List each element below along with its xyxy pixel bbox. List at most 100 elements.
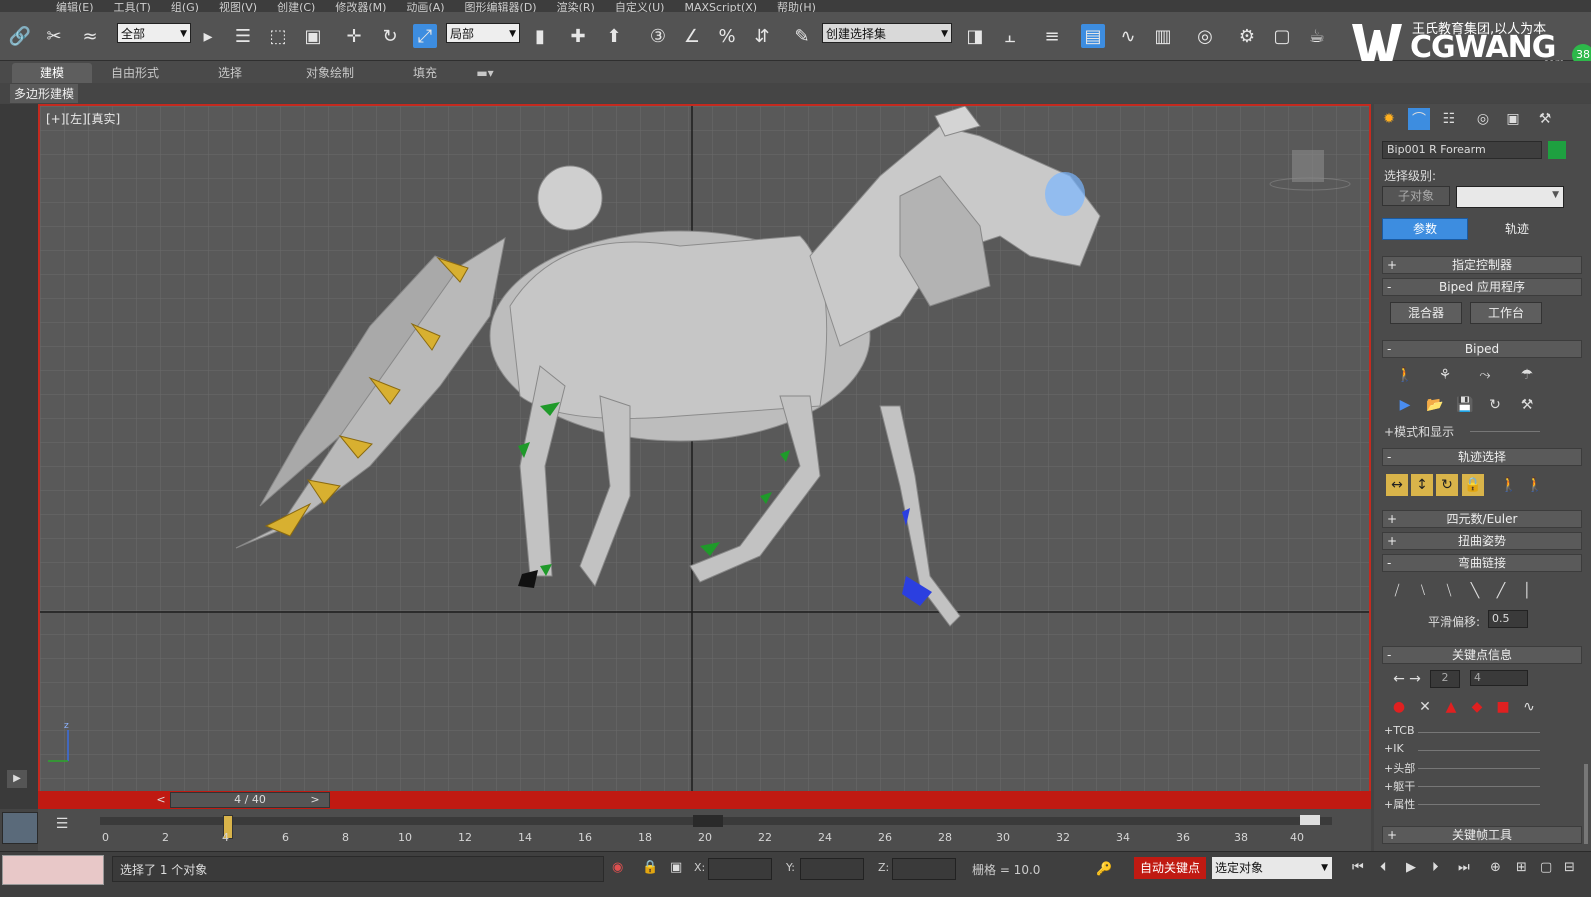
trajectories-icon[interactable]: ∿ [1518, 696, 1540, 718]
props-expander[interactable]: +属性 [1384, 796, 1415, 812]
rollout-quaternion[interactable]: + 四元数/Euler [1382, 510, 1582, 528]
keyboard-shortcut-icon[interactable]: ⬆ [602, 24, 626, 48]
convert-icon[interactable]: ↻ [1484, 394, 1506, 416]
menu-help[interactable]: 帮助(H) [777, 2, 816, 12]
auto-key-button[interactable]: 自动关键点 [1134, 857, 1206, 879]
select-object-icon[interactable]: ▸ [196, 24, 220, 48]
ik-expander[interactable]: +IK [1384, 742, 1404, 755]
head-expander[interactable]: +头部 [1384, 760, 1415, 776]
body-rotation-icon[interactable]: ↻ [1436, 474, 1458, 496]
ribbon-options-icon[interactable]: ▬▾ [470, 63, 500, 83]
align-icon[interactable]: ⫠ [998, 24, 1022, 48]
key-filter-dropdown[interactable]: 选定对象 ▼ [1212, 857, 1332, 879]
viewport-left[interactable]: z [+][左][真实] [38, 104, 1371, 808]
material-editor-icon[interactable]: ◎ [1193, 24, 1217, 48]
create-tab-icon[interactable]: ✹ [1378, 108, 1400, 130]
workbench-button[interactable]: 工作台 [1470, 302, 1542, 324]
rollout-biped-apps[interactable]: - Biped 应用程序 [1382, 278, 1582, 296]
zoom-icon[interactable]: ⊕ [1490, 860, 1501, 875]
motion-tab-icon[interactable]: ◎ [1472, 108, 1494, 130]
key-number-field[interactable]: 2 [1430, 670, 1460, 688]
rollout-track-selection[interactable]: - 轨迹选择 [1382, 448, 1582, 466]
set-planted-key-icon[interactable]: ▲ [1440, 696, 1462, 718]
prev-frame-icon[interactable]: ⏴ [1380, 860, 1387, 875]
hierarchy-tab-icon[interactable]: ☷ [1438, 108, 1460, 130]
layer-manager-icon[interactable]: ≡ [1040, 24, 1064, 48]
zero-all-icon[interactable]: │ [1516, 580, 1538, 602]
save-file-icon[interactable]: 💾 [1454, 394, 1476, 416]
move-icon[interactable]: ✛ [342, 24, 366, 48]
pivot-center-icon[interactable]: ▮ [528, 24, 552, 48]
next-key-icon[interactable]: → [1404, 668, 1426, 690]
reference-coord-dropdown[interactable]: 局部 ▼ [446, 23, 520, 43]
polygon-modeling-label[interactable]: 多边形建模 [10, 84, 79, 103]
menu-group[interactable]: 组(G) [171, 2, 199, 12]
zero-twist-icon[interactable]: ╱ [1490, 580, 1512, 602]
panel-scrollbar[interactable] [1584, 764, 1588, 844]
menu-graph-editors[interactable]: 图形编辑器(D) [465, 2, 537, 12]
percent-snap-icon[interactable]: % [715, 24, 739, 48]
time-prev-button[interactable]: < [154, 792, 168, 808]
menu-rendering[interactable]: 渲染(R) [557, 2, 595, 12]
curve-editor-icon[interactable]: ∿ [1116, 24, 1140, 48]
lock-com-keying-icon[interactable]: 🔒 [1462, 474, 1484, 496]
tab-populate[interactable]: 填充 [385, 63, 465, 83]
select-manipulate-icon[interactable]: ✚ [566, 24, 590, 48]
object-color-swatch[interactable] [1548, 141, 1566, 159]
x-coordinate-field[interactable] [708, 858, 772, 880]
body-vertical-icon[interactable]: ↕ [1411, 474, 1433, 496]
unlink-icon[interactable]: ✂ [42, 24, 66, 48]
smooth-offset-spinner[interactable]: 0.5 [1488, 610, 1528, 628]
play-icon[interactable]: ▶ [1406, 860, 1416, 875]
menu-edit[interactable]: 编辑(E) [56, 2, 94, 12]
footstep-mode-icon[interactable]: ⚘ [1434, 364, 1456, 386]
trunk-expander[interactable]: +躯干 [1384, 778, 1415, 794]
snaps-toggle-icon[interactable]: ③ [646, 24, 670, 48]
rollout-bend-links[interactable]: - 弯曲链接 [1382, 554, 1582, 572]
curve-editor-mini-icon[interactable]: ☰ [50, 816, 74, 836]
zoom-extents-icon[interactable]: ▢ [1540, 860, 1552, 875]
rect-selection-icon[interactable]: ⬚ [266, 24, 290, 48]
next-frame-icon[interactable]: ⏵ [1432, 860, 1439, 875]
menu-customize[interactable]: 自定义(U) [615, 2, 665, 12]
tcb-expander[interactable]: +TCB [1384, 724, 1415, 737]
bind-spacewarp-icon[interactable]: ≈ [78, 24, 102, 48]
rollout-biped[interactable]: - Biped [1382, 340, 1582, 358]
bend-links-icon[interactable]: ⧸ [1386, 580, 1408, 602]
menu-animation[interactable]: 动画(A) [406, 2, 444, 12]
tab-object-paint[interactable]: 对象绘制 [285, 63, 375, 83]
scene-explorer-icon[interactable]: ▤ [1081, 24, 1105, 48]
params-tab[interactable]: 参数 [1382, 218, 1468, 240]
rotate-icon[interactable]: ↻ [378, 24, 402, 48]
viewport-config-button[interactable] [2, 812, 38, 844]
opposite-icon[interactable]: 🚶 [1524, 474, 1546, 496]
set-sliding-key-icon[interactable]: ◆ [1466, 696, 1488, 718]
key-time-field[interactable]: 4 [1470, 670, 1528, 686]
angle-snap-icon[interactable]: ∠ [680, 24, 704, 48]
tab-selection[interactable]: 选择 [190, 63, 270, 83]
mirror-icon[interactable]: ◨ [963, 24, 987, 48]
maximize-viewport-icon[interactable]: ⊟ [1564, 860, 1575, 875]
spinner-snap-icon[interactable]: ⇵ [750, 24, 774, 48]
time-slider[interactable]: 4 / 40 [170, 792, 330, 808]
set-key-dot-icon[interactable]: ● [1388, 696, 1410, 718]
set-free-key-icon[interactable]: ■ [1492, 696, 1514, 718]
track-bar[interactable]: 0 2 4 6 8 10 12 14 16 18 20 22 24 26 28 … [38, 809, 1371, 851]
key-marker[interactable] [693, 815, 723, 827]
y-coordinate-field[interactable] [800, 858, 864, 880]
rollout-twist[interactable]: + 扭曲姿势 [1382, 532, 1582, 550]
sub-object-dropdown[interactable]: ▼ [1456, 186, 1564, 208]
isolate-icon[interactable]: ◉ [612, 860, 623, 875]
rollout-assign-controller[interactable]: + 指定控制器 [1382, 256, 1582, 274]
rollout-key-info[interactable]: - 关键点信息 [1382, 646, 1582, 664]
display-tab-icon[interactable]: ▣ [1502, 108, 1524, 130]
body-horizontal-icon[interactable]: ↔ [1386, 474, 1408, 496]
mixer-button[interactable]: 混合器 [1390, 302, 1462, 324]
absolute-mode-icon[interactable]: ▣ [670, 860, 682, 875]
smooth-twist-icon[interactable]: ╲ [1464, 580, 1486, 602]
link-icon[interactable]: 🔗 [8, 24, 32, 48]
sub-object-button[interactable]: 子对象 [1382, 186, 1450, 206]
menu-tools[interactable]: 工具(T) [114, 2, 151, 12]
menu-create[interactable]: 创建(C) [277, 2, 315, 12]
delete-key-icon[interactable]: ✕ [1414, 696, 1436, 718]
